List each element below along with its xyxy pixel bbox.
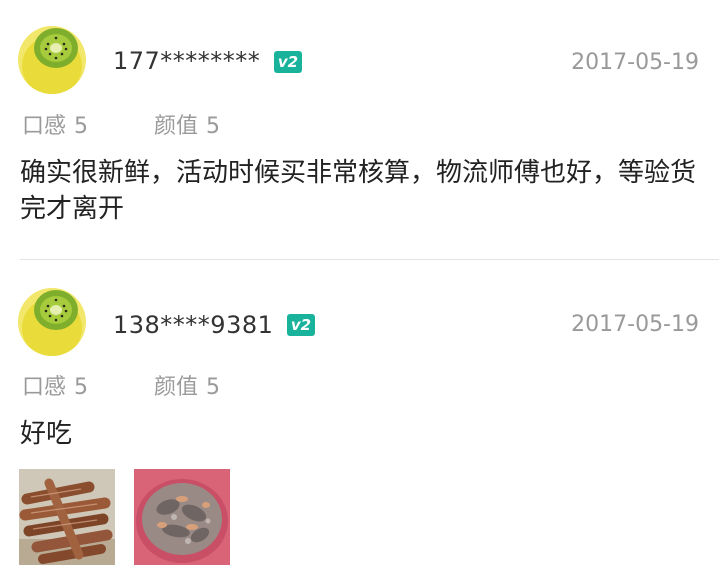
look-score: 5 [206,375,221,400]
vip-level-badge: v2 [274,51,302,73]
seafood-bowl-photo-icon [134,469,230,565]
review-photo[interactable] [134,469,230,565]
review-item: 177******** v2 2017-05-19 口感 5 颜值 5 确实很新鲜，… [0,0,719,259]
kiwi-avatar-icon [18,288,86,356]
user-avatar[interactable] [18,26,86,94]
look-score: 5 [206,114,221,139]
kiwi-avatar-icon [18,26,86,94]
username: 138****9381 [113,311,274,339]
look-label: 颜值 [154,114,199,139]
look-rating: 颜值 5 [154,108,220,140]
review-date: 2017-05-19 [571,50,699,75]
review-photo[interactable] [19,469,115,565]
username: 177******** [113,47,261,75]
review-text: 确实很新鲜，活动时候买非常核算，物流师傅也好，等验货完才离开 [20,158,697,224]
review-text: 好吃 [20,419,73,449]
taste-label: 口感 [22,114,67,139]
look-label: 颜值 [154,375,199,400]
review-date: 2017-05-19 [571,312,699,337]
taste-score: 5 [74,114,89,139]
taste-rating: 口感 5 [22,108,88,140]
taste-label: 口感 [22,375,67,400]
user-avatar[interactable] [18,288,86,356]
taste-score: 5 [74,375,89,400]
look-rating: 颜值 5 [154,369,220,401]
cooked-roots-photo-icon [19,469,115,565]
vip-level-badge: v2 [287,314,315,336]
taste-rating: 口感 5 [22,369,88,401]
